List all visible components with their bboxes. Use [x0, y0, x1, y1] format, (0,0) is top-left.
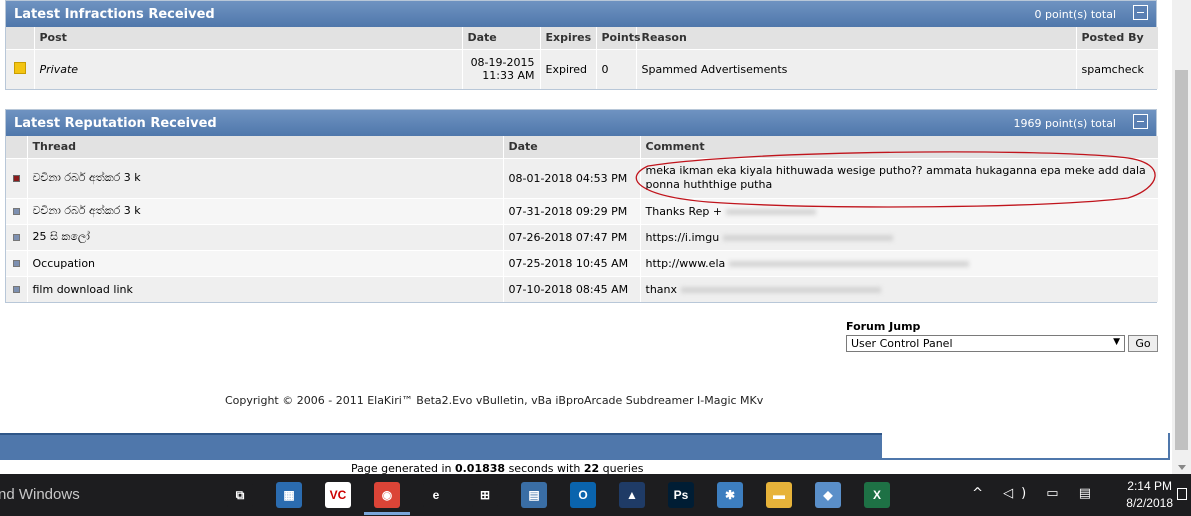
positive-rep-icon: [12, 259, 20, 267]
store-icon[interactable]: ⊞: [472, 482, 498, 508]
infractions-title: Latest Infractions Received: [14, 6, 215, 22]
vertical-scrollbar[interactable]: [1172, 0, 1191, 474]
infraction-expires: Expired: [540, 48, 597, 89]
rep-comment: https://i.imgu: [640, 223, 1159, 250]
red-ellipse-annotation: [635, 151, 1156, 208]
forum-jump: Forum Jump User Control Panel ▼ Go: [846, 320, 1158, 352]
mountain-app-icon[interactable]: ▲: [619, 482, 645, 508]
positive-rep-icon: [12, 285, 20, 293]
col-reason: Reason: [636, 27, 1077, 49]
rep-thread[interactable]: Occupation: [27, 249, 504, 276]
forum-jump-label: Forum Jump: [846, 320, 921, 333]
infraction-reason: Spammed Advertisements: [636, 48, 1077, 89]
infractions-total: 0 point(s) total: [1034, 8, 1116, 21]
collapse-icon[interactable]: [1133, 5, 1148, 20]
infractions-panel: Latest Infractions Received 0 point(s) t…: [5, 0, 1159, 90]
footer-right-box: [882, 433, 1170, 460]
table-row: Occupation 07-25-2018 10:45 AM http://ww…: [6, 249, 1159, 276]
table-row: 25 සි කලෝ 07-26-2018 07:47 PM https://i.…: [6, 223, 1159, 250]
col-expires: Expires: [540, 27, 597, 49]
footer-bar: [0, 433, 882, 460]
notification-icon[interactable]: [1177, 488, 1187, 500]
redacted-text: [723, 234, 894, 241]
positive-rep-icon: [12, 233, 20, 241]
file-explorer-icon[interactable]: ▬: [766, 482, 792, 508]
negative-rep-icon: [12, 174, 20, 182]
rep-date: 08-01-2018 04:53 PM: [503, 157, 641, 198]
infractions-header: Latest Infractions Received 0 point(s) t…: [6, 1, 1156, 27]
col-posted-by: Posted By: [1076, 27, 1159, 49]
go-button[interactable]: Go: [1128, 335, 1158, 352]
infraction-points: 0: [596, 48, 637, 89]
vectr-icon[interactable]: VC: [325, 482, 351, 508]
rep-thread[interactable]: වචිනා රබර් අත්කර 3 k: [27, 157, 504, 198]
forum-jump-select[interactable]: User Control Panel ▼: [846, 335, 1125, 352]
col-date: Date: [503, 136, 641, 158]
scroll-down-icon[interactable]: [1178, 465, 1186, 470]
infraction-posted-by[interactable]: spamcheck: [1076, 48, 1159, 89]
reputation-total: 1969 point(s) total: [1013, 117, 1116, 130]
table-row: film download link 07-10-2018 08:45 AM t…: [6, 275, 1159, 302]
chrome-icon[interactable]: ◉: [374, 482, 400, 508]
infraction-date: 08-19-2015 11:33 AM: [462, 48, 541, 89]
dropdown-arrow-icon: ▼: [1113, 337, 1120, 347]
settings-app-icon[interactable]: ✱: [717, 482, 743, 508]
taskbar: nd Windows ⧉ ▦ VC ◉ e ⊞ ▤ O ▲ Ps ✱ ▬ ◆ X ^ ◁) ▭ ▤ 2:1…: [0, 474, 1191, 516]
rep-comment: thanx: [640, 275, 1159, 302]
rep-comment: http://www.ela: [640, 249, 1159, 276]
redacted-text: [681, 286, 882, 293]
browser-viewport: Latest Infractions Received 0 point(s) t…: [0, 0, 1172, 474]
task-view-icon[interactable]: ⧉: [227, 482, 253, 508]
table-row: Private 08-19-2015 11:33 AM Expired 0 Sp…: [6, 48, 1159, 89]
system-tray[interactable]: ^ ◁) ▭ ▤: [972, 486, 1099, 501]
infraction-marker-icon: [13, 61, 26, 74]
rep-thread[interactable]: 25 සි කලෝ: [27, 223, 504, 250]
active-app-indicator: [364, 512, 410, 515]
rep-date: 07-26-2018 07:47 PM: [503, 223, 641, 250]
edge-icon[interactable]: e: [423, 482, 449, 508]
reputation-header: Latest Reputation Received 1969 point(s)…: [6, 110, 1156, 136]
col-thread: Thread: [27, 136, 504, 158]
redacted-text: [729, 260, 970, 267]
taskbar-clock[interactable]: 2:14 PM 8/2/2018: [1126, 478, 1173, 512]
outlook-icon[interactable]: O: [570, 482, 596, 508]
reputation-title: Latest Reputation Received: [14, 115, 217, 131]
col-points: Points: [596, 27, 641, 49]
rep-thread[interactable]: film download link: [27, 275, 504, 302]
photoshop-icon[interactable]: Ps: [668, 482, 694, 508]
rep-date: 07-10-2018 08:45 AM: [503, 275, 641, 302]
infraction-post: Private: [34, 48, 463, 89]
col-date: Date: [462, 27, 541, 49]
col-post: Post: [34, 27, 463, 49]
copyright-text: Copyright © 2006 - 2011 ElaKiri™ Beta2.E…: [225, 394, 764, 407]
page-generated-text: Page generated in 0.01838 seconds with 2…: [351, 462, 644, 474]
rep-date: 07-31-2018 09:29 PM: [503, 197, 641, 224]
calculator-icon[interactable]: ▦: [276, 482, 302, 508]
excel-icon[interactable]: X: [864, 482, 890, 508]
rep-date: 07-25-2018 10:45 AM: [503, 249, 641, 276]
scrollbar-thumb[interactable]: [1175, 70, 1188, 450]
network-tool-icon[interactable]: ▤: [521, 482, 547, 508]
positive-rep-icon: [12, 207, 20, 215]
notepad-icon[interactable]: ◆: [815, 482, 841, 508]
activate-windows-watermark: nd Windows: [0, 486, 80, 503]
infractions-table: Post Date Expires Points Reason Posted B…: [6, 27, 1159, 89]
rep-thread[interactable]: වචිනා රබර් අත්කර 3 k: [27, 197, 504, 224]
collapse-icon[interactable]: [1133, 114, 1148, 129]
